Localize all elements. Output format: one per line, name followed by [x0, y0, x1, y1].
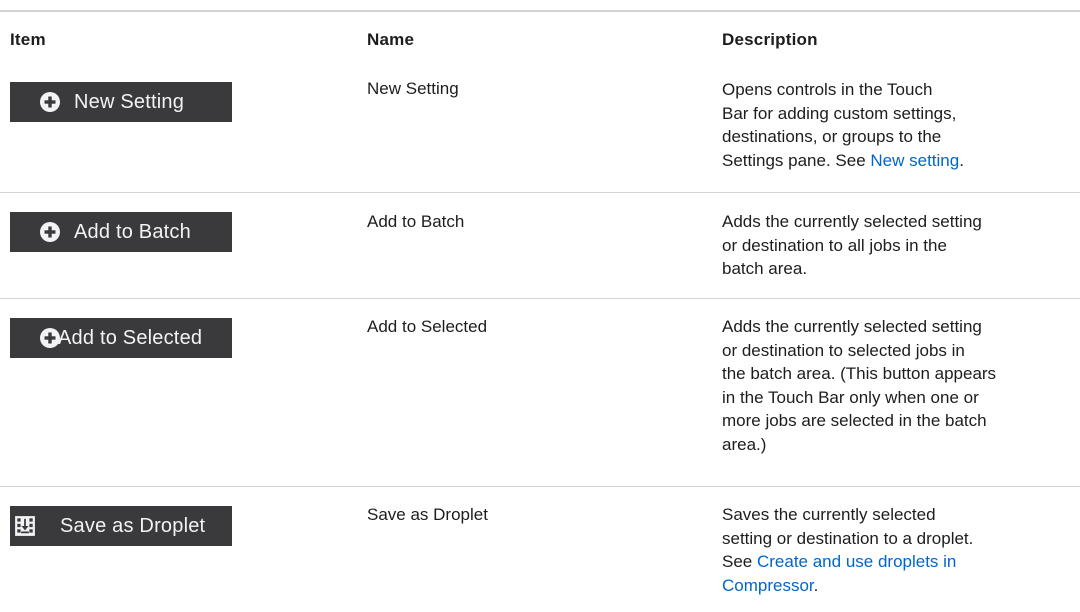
save-as-droplet-button[interactable]: Save as Droplet: [10, 506, 232, 546]
description-line: setting or destination to a droplet.: [722, 528, 974, 548]
row-description: Opens controls in the Touch Bar for addi…: [722, 78, 1067, 172]
row-description: Saves the currently selected setting or …: [722, 503, 1067, 597]
button-label: Add to Selected: [58, 327, 203, 349]
row-divider: [0, 192, 1080, 193]
plus-circle-icon: [40, 328, 60, 348]
button-label: Save as Droplet: [60, 515, 206, 537]
row-name: Add to Batch: [367, 212, 465, 231]
create-droplets-link[interactable]: Create and use droplets in: [757, 552, 956, 571]
droplet-save-icon: [15, 516, 35, 536]
description-line: in the Touch Bar only when one or: [722, 387, 979, 407]
create-droplets-link-continued[interactable]: Compressor: [722, 576, 814, 595]
description-line: See Create and use droplets in: [722, 550, 1067, 574]
button-label: Add to Batch: [74, 221, 191, 243]
add-to-batch-button[interactable]: Add to Batch: [10, 212, 232, 252]
description-line: area.): [722, 434, 767, 454]
description-line: Bar for adding custom settings,: [722, 103, 957, 123]
add-to-selected-button[interactable]: Add to Selected: [10, 318, 232, 358]
description-line: Compressor.: [722, 574, 1067, 598]
row-description: Adds the currently selected setting or d…: [722, 210, 1067, 281]
description-line: or destination to selected jobs in: [722, 340, 965, 360]
description-line: more jobs are selected in the batch: [722, 411, 987, 430]
row-divider: [0, 298, 1080, 299]
column-header-description: Description: [722, 30, 818, 49]
description-line: Adds the currently selected setting: [722, 317, 982, 336]
table-header-row: Item Name Description: [0, 26, 1080, 54]
description-text: .: [813, 575, 819, 595]
table-top-rule: [0, 10, 1080, 12]
column-header-item: Item: [10, 30, 46, 49]
description-line: the batch area. (This button appears: [722, 364, 997, 383]
description-line: Saves the currently selected: [722, 505, 936, 524]
row-divider: [0, 486, 1080, 487]
description-line: or destination to all jobs in the: [722, 235, 947, 255]
new-setting-button[interactable]: New Setting: [10, 82, 232, 122]
description-line: destinations, or groups to the: [722, 127, 942, 146]
new-setting-link[interactable]: New setting: [870, 151, 959, 170]
plus-circle-icon: [40, 222, 60, 242]
row-name: Add to Selected: [367, 317, 488, 336]
column-header-name: Name: [367, 30, 415, 49]
description-text: Settings pane. See: [722, 150, 871, 170]
row-name: New Setting: [367, 79, 459, 98]
description-line: Settings pane. See New setting.: [722, 149, 1067, 173]
description-line: Adds the currently selected setting: [722, 212, 982, 231]
button-label: New Setting: [74, 91, 185, 113]
description-text: See: [722, 552, 757, 571]
description-text: .: [959, 150, 964, 170]
row-description: Adds the currently selected setting or d…: [722, 315, 1067, 456]
description-line: batch area.: [722, 259, 808, 278]
row-name: Save as Droplet: [367, 505, 488, 524]
plus-circle-icon: [40, 92, 60, 112]
description-line: Opens controls in the Touch: [722, 80, 933, 99]
